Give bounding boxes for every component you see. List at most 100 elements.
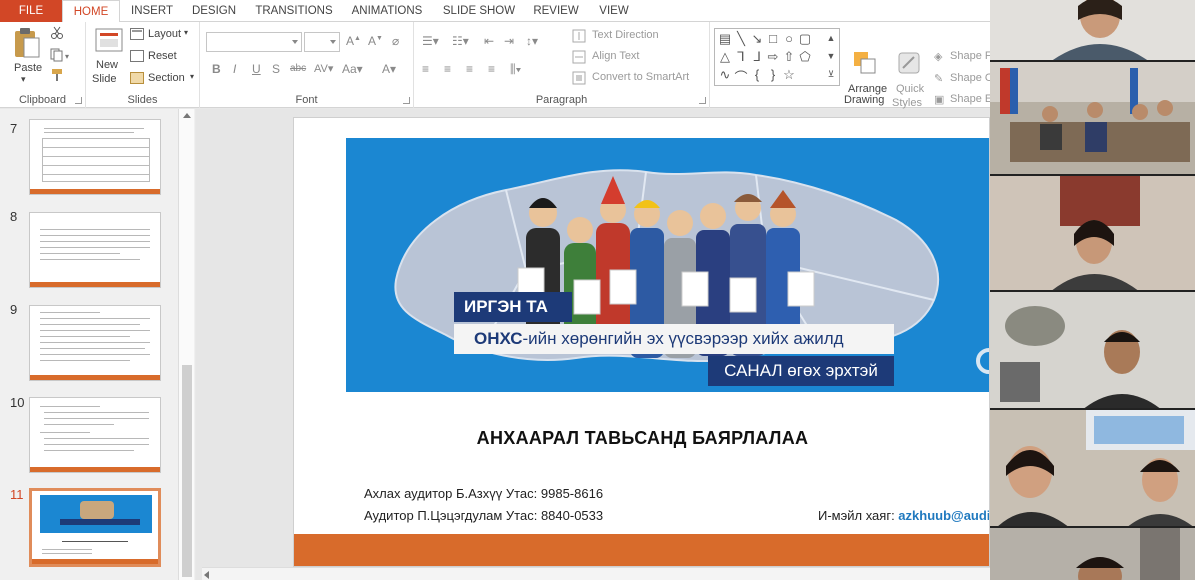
copy-icon[interactable]: ▾ — [50, 48, 72, 62]
video-tile-2[interactable] — [990, 62, 1195, 176]
shape-outline-icon[interactable]: ✎ — [934, 72, 943, 85]
paste-label[interactable]: Paste — [14, 62, 42, 74]
video-tile-4[interactable] — [990, 292, 1195, 410]
quick-styles-label-1[interactable]: Quick — [896, 83, 924, 95]
slide-thumbnail-8[interactable] — [29, 212, 161, 288]
brace-left-shape-icon[interactable]: { — [749, 67, 765, 82]
tab-file[interactable]: FILE — [0, 0, 62, 22]
line-shape-icon[interactable]: ╲ — [733, 31, 749, 47]
font-color-icon[interactable]: A▾ — [382, 62, 396, 76]
quick-styles-label-2[interactable]: Styles — [892, 97, 922, 109]
freeform-shape-icon[interactable]: ⌒ — [733, 67, 749, 86]
curve-shape-icon[interactable]: ∿ — [717, 67, 733, 83]
underline-icon[interactable]: U — [252, 62, 261, 76]
triangle-shape-icon[interactable]: △ — [717, 49, 733, 65]
thumbnails-scrollbar[interactable] — [178, 109, 194, 580]
new-slide-icon[interactable] — [94, 26, 124, 56]
connector-shape-icon[interactable]: ⅂ — [733, 49, 749, 65]
shape-fill-button[interactable]: Shape Fi — [950, 50, 994, 62]
smartart-icon[interactable] — [572, 71, 586, 85]
tab-home[interactable]: HOME — [62, 0, 120, 23]
tab-slide-show[interactable]: SLIDE SHOW — [438, 0, 520, 22]
arrange-icon[interactable] — [852, 50, 878, 76]
video-tile-6[interactable] — [990, 528, 1195, 580]
oval-shape-icon[interactable]: ○ — [781, 31, 797, 46]
shrink-font-icon[interactable]: A▼ — [368, 34, 383, 48]
current-slide[interactable]: ИРГЭН ТА ОНХС-ийн хөрөнгийн эх үүсвэрээр… — [293, 117, 990, 567]
shape-outline-button[interactable]: Shape O — [950, 72, 993, 84]
rounded-rect-shape-icon[interactable]: ▢ — [797, 31, 813, 47]
text-direction-button[interactable]: Text Direction — [592, 29, 659, 41]
up-arrow-shape-icon[interactable]: ⇧ — [781, 49, 797, 65]
elbow-shape-icon[interactable]: ᒧ — [749, 49, 765, 65]
scroll-left-icon[interactable] — [204, 571, 209, 579]
rectangle-shape-icon[interactable]: □ — [765, 31, 781, 46]
numbering-icon[interactable]: ☷▾ — [452, 34, 469, 48]
video-tile-5[interactable] — [990, 410, 1195, 528]
clipboard-launcher-icon[interactable] — [75, 97, 82, 104]
bullets-icon[interactable]: ☰▾ — [422, 34, 439, 48]
align-right-icon[interactable]: ≡ — [466, 62, 473, 76]
paste-dropdown-icon[interactable]: ▾ — [21, 74, 26, 85]
font-size-combo[interactable] — [304, 32, 340, 52]
section-button[interactable]: Section — [148, 72, 185, 84]
bold-icon[interactable]: B — [212, 62, 221, 76]
grow-font-icon[interactable]: A▲ — [346, 34, 361, 48]
layout-icon[interactable] — [130, 28, 144, 40]
cut-icon[interactable] — [50, 26, 64, 40]
slide-thumbnail-10[interactable] — [29, 397, 161, 473]
align-left-icon[interactable]: ≡ — [422, 62, 429, 76]
columns-icon[interactable]: ⫼▾ — [510, 62, 521, 77]
tab-design[interactable]: DESIGN — [186, 0, 242, 22]
video-tile-1[interactable] — [990, 0, 1195, 62]
slide-thumbnail-11[interactable] — [29, 488, 161, 567]
align-text-icon[interactable] — [572, 50, 586, 64]
pentagon-shape-icon[interactable]: ⬠ — [797, 49, 813, 65]
new-slide-label-2[interactable]: Slide — [92, 73, 116, 85]
line-spacing-icon[interactable]: ↕▾ — [526, 34, 538, 48]
section-dropdown-icon[interactable]: ▾ — [190, 72, 194, 81]
shape-fill-icon[interactable]: ◈ — [934, 50, 942, 63]
decrease-indent-icon[interactable]: ⇤ — [484, 34, 494, 48]
gallery-down-icon[interactable]: ▼ — [823, 51, 839, 61]
align-text-button[interactable]: Align Text — [592, 50, 640, 62]
font-launcher-icon[interactable] — [403, 97, 410, 104]
clear-format-icon[interactable]: ⌀ — [392, 34, 399, 48]
increase-indent-icon[interactable]: ⇥ — [504, 34, 514, 48]
strikethrough-icon[interactable]: abc — [290, 63, 306, 74]
right-arrow-shape-icon[interactable]: ⇨ — [765, 49, 781, 65]
shadow-icon[interactable]: S — [272, 62, 280, 76]
shape-effects-button[interactable]: Shape Ef — [950, 93, 995, 105]
font-name-combo[interactable] — [206, 32, 302, 52]
thumbnails-scroll-thumb[interactable] — [182, 365, 192, 577]
quick-styles-icon[interactable] — [896, 50, 922, 76]
shapes-gallery[interactable]: ▤ ╲ ↘ □ ○ ▢ △ ⅂ ᒧ ⇨ ⇧ ⬠ ∿ ⌒ { } ☆ ▲ ▼ ⊻ — [714, 28, 840, 86]
brace-right-shape-icon[interactable]: } — [765, 67, 781, 82]
arrow-line-shape-icon[interactable]: ↘ — [749, 31, 765, 47]
paste-icon[interactable] — [12, 26, 42, 60]
layout-button[interactable]: Layout — [148, 28, 181, 40]
format-painter-icon[interactable] — [50, 68, 64, 82]
convert-smartart-button[interactable]: Convert to SmartArt — [592, 71, 689, 83]
change-case-icon[interactable]: Aa▾ — [342, 62, 363, 76]
reset-button[interactable]: Reset — [148, 50, 177, 62]
shape-effects-icon[interactable]: ▣ — [934, 93, 944, 106]
gallery-up-icon[interactable]: ▲ — [823, 33, 839, 43]
align-center-icon[interactable]: ≡ — [444, 62, 451, 76]
justify-icon[interactable]: ≡ — [488, 62, 495, 76]
scroll-up-icon[interactable] — [183, 113, 191, 118]
paragraph-launcher-icon[interactable] — [699, 97, 706, 104]
tab-animations[interactable]: ANIMATIONS — [346, 0, 428, 22]
gallery-more-icon[interactable]: ⊻ — [823, 69, 839, 80]
reset-icon[interactable] — [130, 50, 144, 62]
star-shape-icon[interactable]: ☆ — [781, 67, 797, 83]
slide-thumbnail-7[interactable] — [29, 119, 161, 195]
text-direction-icon[interactable] — [572, 29, 586, 43]
italic-icon[interactable]: I — [233, 62, 236, 76]
video-tile-3[interactable] — [990, 176, 1195, 292]
layout-dropdown-icon[interactable]: ▾ — [184, 28, 188, 37]
textbox-shape-icon[interactable]: ▤ — [717, 31, 733, 47]
new-slide-label-1[interactable]: New — [96, 59, 118, 71]
slide-thumbnail-9[interactable] — [29, 305, 161, 381]
tab-insert[interactable]: INSERT — [124, 0, 180, 22]
